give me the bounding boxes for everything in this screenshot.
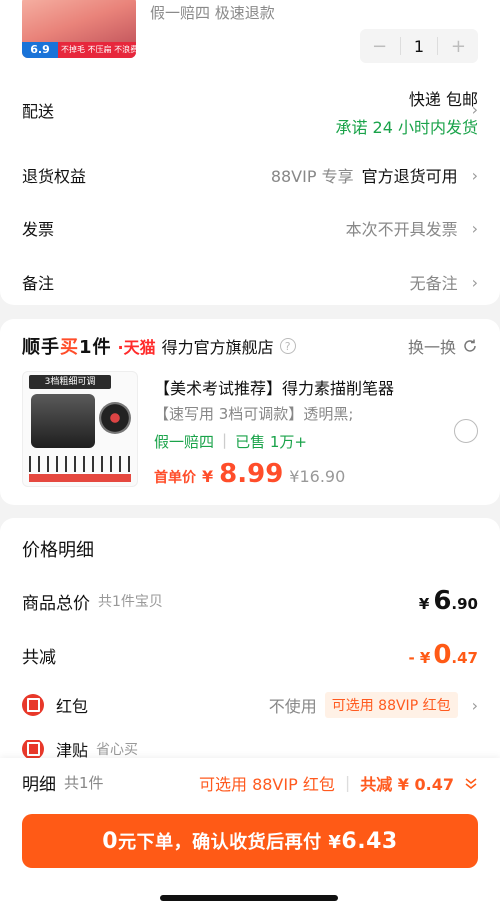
divider bbox=[437, 37, 438, 55]
total-label: 商品总价 bbox=[22, 593, 90, 614]
total-sub: 共1件宝贝 bbox=[98, 594, 163, 610]
vip-exclusive-text: 88VIP 专享 bbox=[270, 167, 354, 186]
image-banner: 3档粗细可调 bbox=[29, 375, 111, 389]
allowance-label: 津贴 bbox=[56, 741, 89, 758]
recommend-meta: 假一赔四 | 已售 1万+ bbox=[154, 431, 307, 452]
shipping-info[interactable]: 快递 包邮 承诺 24 小时内发货 bbox=[335, 86, 478, 138]
checkout-bar: 明细 共1件 可选用 88VIP 红包 | 共减 ¥ 0.47 0 元下单，确认… bbox=[0, 758, 500, 911]
note-label: 备注 bbox=[22, 274, 55, 293]
divider: | bbox=[222, 431, 228, 449]
returns-row[interactable]: 退货权益 88VIP 专享 官方退货可用 › bbox=[22, 163, 478, 187]
note-value: 无备注 bbox=[409, 274, 458, 293]
price-detail-card: 价格明细 商品总价 共1件宝贝 ¥ 6 .90 共减 - ¥ 0 .47 红包 … bbox=[0, 518, 500, 778]
shipping-label: 配送 bbox=[22, 102, 55, 121]
recommend-product-image[interactable]: 3档粗细可调 bbox=[22, 371, 138, 487]
sharpener-shape bbox=[31, 394, 95, 448]
allowance-icon bbox=[22, 740, 44, 758]
home-indicator bbox=[160, 895, 338, 901]
invoice-label: 发票 bbox=[22, 220, 55, 239]
recommend-title[interactable]: 【美术考试推荐】得力素描削笔器 bbox=[154, 375, 394, 399]
refresh-icon bbox=[464, 339, 476, 352]
invoice-value: 本次不开具发票 bbox=[345, 220, 458, 239]
detail-title: 价格明细 bbox=[22, 540, 94, 561]
order-card: 6.9 不掉毛 不压扁 不浪费 假一赔四 极速退款 − 1 + 配送 快递 包邮… bbox=[0, 0, 500, 305]
total-value: ¥ 6 .90 bbox=[418, 586, 478, 616]
thumb-strip: 不掉毛 不压扁 不浪费 bbox=[58, 42, 136, 58]
recommend-header: 顺手买1件 ·天猫 得力官方旗舰店 ? bbox=[22, 333, 296, 359]
redpacket-label: 红包 bbox=[56, 697, 89, 716]
divider: | bbox=[344, 773, 351, 792]
note-row[interactable]: 备注 无备注 › bbox=[22, 270, 478, 294]
quantity-stepper[interactable]: − 1 + bbox=[360, 29, 478, 63]
redpacket-right: 不使用 可选用 88VIP 红包 › bbox=[269, 692, 478, 718]
invoice-right: 本次不开具发票 › bbox=[346, 216, 478, 240]
chevron-right-icon: › bbox=[471, 165, 478, 185]
shipping-promise: 承诺 24 小时内发货 bbox=[335, 118, 478, 137]
chevron-right-icon: › bbox=[471, 272, 478, 292]
summary-right: 可选用 88VIP 红包 | 共减 ¥ 0.47 bbox=[199, 771, 478, 795]
thumb-price-tag: 6.9 bbox=[22, 42, 58, 58]
minus-button[interactable]: − bbox=[372, 36, 387, 57]
returns-label: 退货权益 bbox=[22, 167, 87, 186]
price-amount: 8.99 bbox=[219, 459, 284, 489]
select-radio[interactable] bbox=[454, 419, 478, 443]
total-row: 商品总价 共1件宝贝 ¥ 6 .90 bbox=[22, 586, 478, 616]
total-reduce: 共减 ¥ 0.47 bbox=[360, 774, 454, 794]
swap-button[interactable]: 换一换 bbox=[408, 334, 478, 358]
summary-row[interactable]: 明细 共1件 可选用 88VIP 红包 | 共减 ¥ 0.47 bbox=[22, 770, 478, 795]
invoice-row[interactable]: 发票 本次不开具发票 › bbox=[22, 216, 478, 240]
guarantee-text: 假一赔四 极速退款 bbox=[150, 4, 275, 22]
discount-row: 共减 - ¥ 0 .47 bbox=[22, 640, 478, 670]
returns-value: 官方退货可用 bbox=[361, 167, 458, 186]
allowance-sub: 省心买 bbox=[96, 742, 139, 758]
pencils-shape bbox=[29, 456, 131, 472]
discount-label: 共减 bbox=[22, 647, 56, 668]
recommend-guarantee: 假一赔四 bbox=[154, 433, 215, 451]
tmall-logo: ·天猫 bbox=[117, 338, 156, 357]
first-order-label: 首单价 bbox=[154, 470, 196, 486]
submit-order-button[interactable]: 0 元下单，确认收货后再付 ¥ 6.43 bbox=[22, 814, 478, 868]
sold-count: 已售 1万+ bbox=[235, 433, 307, 451]
chevron-down-icon[interactable] bbox=[464, 776, 478, 790]
unused-text: 不使用 bbox=[268, 697, 317, 716]
divider bbox=[400, 37, 401, 55]
recommend-brand: 顺手买1件 bbox=[22, 337, 112, 358]
red-bar bbox=[29, 474, 131, 482]
discount-value: - ¥ 0 .47 bbox=[408, 640, 478, 670]
recommend-price: 首单价 ¥ 8.99 ¥16.90 bbox=[154, 459, 345, 489]
help-icon[interactable]: ? bbox=[279, 338, 296, 354]
product-thumbnail[interactable]: 6.9 不掉毛 不压扁 不浪费 bbox=[22, 0, 136, 58]
vip-redpacket-badge[interactable]: 可选用 88VIP 红包 bbox=[324, 692, 458, 718]
shipping-method: 快递 包邮 bbox=[408, 90, 478, 109]
returns-right: 88VIP 专享 官方退货可用 › bbox=[271, 163, 478, 187]
chevron-right-icon: › bbox=[471, 218, 478, 238]
dial-shape bbox=[99, 402, 131, 434]
chevron-right-icon: › bbox=[471, 100, 478, 119]
redpacket-icon bbox=[22, 694, 44, 716]
plus-button[interactable]: + bbox=[451, 36, 466, 57]
vip-redpacket-text[interactable]: 可选用 88VIP 红包 bbox=[199, 771, 335, 795]
chevron-right-icon: › bbox=[471, 695, 478, 715]
recommend-subtitle: 【速写用 3档可调款】透明黑; bbox=[154, 405, 354, 423]
redpacket-row[interactable]: 红包 不使用 可选用 88VIP 红包 › bbox=[22, 692, 478, 718]
note-right: 无备注 › bbox=[410, 270, 478, 294]
summary-count: 共1件 bbox=[64, 774, 104, 792]
allowance-row-clipped[interactable]: 津贴 省心买 bbox=[22, 740, 478, 758]
currency-symbol: ¥ bbox=[202, 467, 214, 486]
swap-label: 换一换 bbox=[407, 338, 456, 357]
quantity-value[interactable]: 1 bbox=[414, 37, 424, 56]
store-name[interactable]: 得力官方旗舰店 bbox=[162, 334, 274, 358]
original-price: ¥16.90 bbox=[289, 467, 346, 486]
recommend-card: 顺手买1件 ·天猫 得力官方旗舰店 ? 换一换 3档粗细可调 【美术考试推荐】得… bbox=[0, 319, 500, 505]
summary-label: 明细 bbox=[22, 775, 56, 795]
